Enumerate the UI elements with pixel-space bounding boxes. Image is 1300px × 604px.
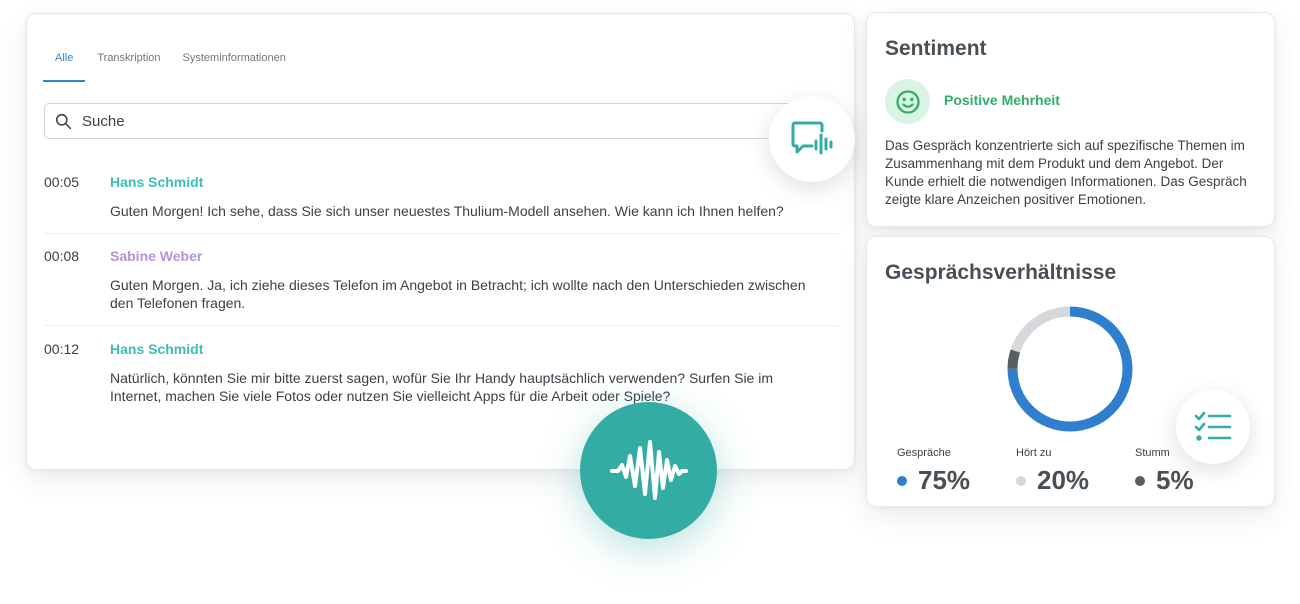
stat-value: 20% — [1037, 465, 1090, 495]
conversation-ratios-panel: Gesprächsverhältnisse Gespräche 75% Hört… — [866, 236, 1275, 507]
stat-label: Hört zu — [1016, 447, 1052, 459]
message-text: Guten Morgen. Ja, ich ziehe dieses Telef… — [110, 277, 806, 311]
sound-wave-button[interactable] — [580, 402, 717, 539]
stat-silent: Stumm 5% — [1135, 447, 1194, 496]
speaker-name[interactable]: Sabine Weber — [110, 248, 202, 264]
tab-alle[interactable]: Alle — [42, 52, 86, 82]
legend-dot — [1016, 475, 1026, 486]
smiley-face-icon — [885, 79, 930, 124]
search-input[interactable] — [82, 112, 732, 130]
stat-label: Gespräche — [897, 447, 951, 459]
timestamp: 00:08 — [44, 248, 80, 264]
stat-speaking: Gespräche 75% — [897, 447, 970, 496]
stat-value: 5% — [1156, 465, 1194, 495]
sentiment-title: Sentiment — [885, 37, 987, 60]
sound-wave-icon — [609, 439, 688, 500]
tab-bar: Alle Transkription Systeminformationen — [42, 52, 308, 82]
checklist-button[interactable] — [1176, 390, 1250, 464]
search-icon — [55, 113, 72, 129]
sentiment-description: Das Gespräch konzentrierte sich auf spez… — [885, 138, 1247, 207]
speaker-name[interactable]: Hans Schmidt — [110, 174, 203, 190]
stat-value: 75% — [918, 465, 971, 495]
divider — [44, 325, 839, 326]
ratios-title: Gesprächsverhältnisse — [885, 261, 1117, 284]
message-text: Natürlich, könnten Sie mir bitte zuerst … — [110, 370, 774, 404]
voice-chat-button[interactable] — [769, 96, 855, 182]
transcript-panel: Alle Transkription Systeminformationen 0… — [26, 13, 855, 470]
stat-listening: Hört zu 20% — [1016, 447, 1089, 496]
ratio-donut-chart — [1007, 306, 1133, 432]
message-text: Guten Morgen! Ich sehe, dass Sie sich un… — [110, 203, 784, 219]
divider — [44, 233, 839, 234]
sentiment-panel: Sentiment Positive Mehrheit Das Gespräch… — [866, 12, 1275, 227]
tab-systeminformationen[interactable]: Systeminformationen — [183, 52, 294, 82]
timestamp: 00:05 — [44, 174, 80, 190]
checklist-icon — [1194, 411, 1232, 441]
speech-bubble-audio-icon — [791, 121, 833, 155]
legend-dot — [1135, 475, 1145, 486]
sentiment-label: Positive Mehrheit — [944, 92, 1060, 108]
search-box[interactable] — [44, 103, 804, 139]
speaker-name[interactable]: Hans Schmidt — [110, 341, 203, 357]
tab-transkription[interactable]: Transkription — [97, 52, 168, 82]
legend-dot — [897, 475, 907, 486]
timestamp: 00:12 — [44, 341, 80, 357]
